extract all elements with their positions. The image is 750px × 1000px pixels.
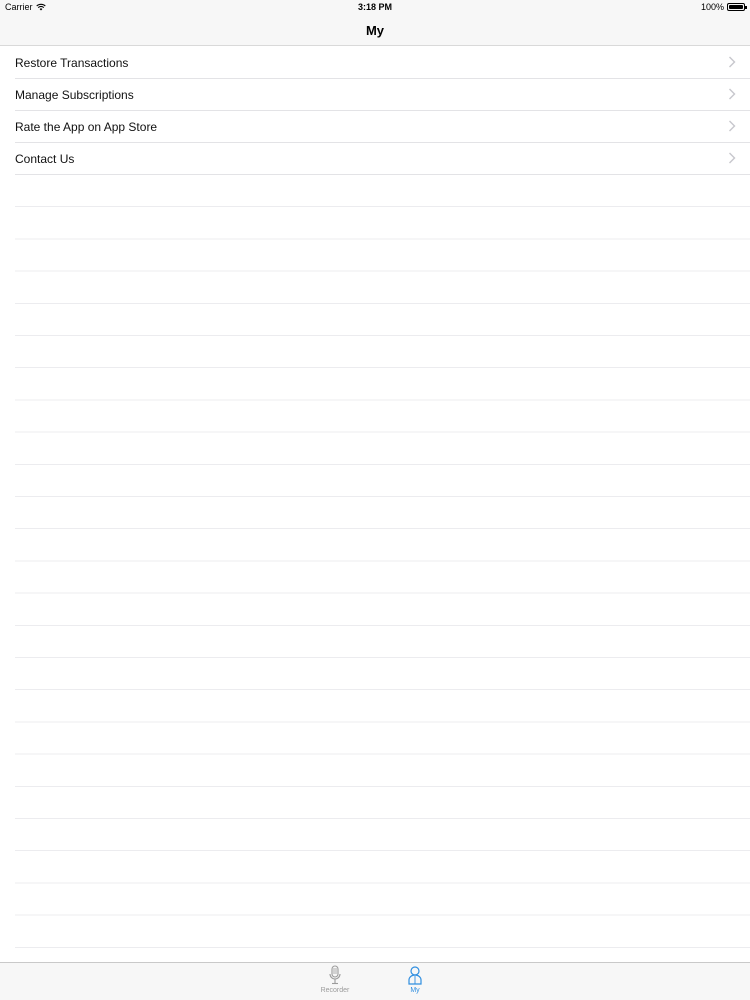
menu-item-label: Restore Transactions <box>15 56 129 70</box>
tab-label: My <box>410 987 420 994</box>
status-time: 3:18 PM <box>357 2 392 12</box>
menu-item-label: Manage Subscriptions <box>15 88 134 102</box>
status-bar: Carrier 3:18 PM 100% <box>0 0 750 16</box>
settings-table: Restore Transactions Manage Subscription… <box>0 47 750 175</box>
chevron-right-icon <box>729 88 736 100</box>
menu-item-restore-transactions[interactable]: Restore Transactions <box>15 47 750 79</box>
microphone-icon <box>329 965 341 985</box>
menu-item-manage-subscriptions[interactable]: Manage Subscriptions <box>15 79 750 111</box>
chevron-right-icon <box>729 120 736 132</box>
tab-bar: Recorder My <box>0 962 750 1000</box>
page-title: My <box>365 23 385 38</box>
battery-percent: 100% <box>700 2 724 12</box>
chevron-right-icon <box>729 56 736 68</box>
tab-label: Recorder <box>320 987 350 994</box>
navigation-bar: My <box>0 16 750 46</box>
tab-recorder[interactable]: Recorder <box>305 965 365 994</box>
empty-table-separators <box>15 175 750 960</box>
battery-icon <box>727 3 747 11</box>
chevron-right-icon <box>729 152 736 164</box>
menu-item-label: Contact Us <box>15 152 75 166</box>
tab-my[interactable]: My <box>385 965 445 994</box>
menu-item-label: Rate the App on App Store <box>15 120 158 134</box>
battery-indicator: 100% <box>700 2 747 12</box>
person-icon <box>408 966 422 985</box>
menu-item-contact-us[interactable]: Contact Us <box>15 143 750 175</box>
menu-item-rate-app[interactable]: Rate the App on App Store <box>15 111 750 143</box>
